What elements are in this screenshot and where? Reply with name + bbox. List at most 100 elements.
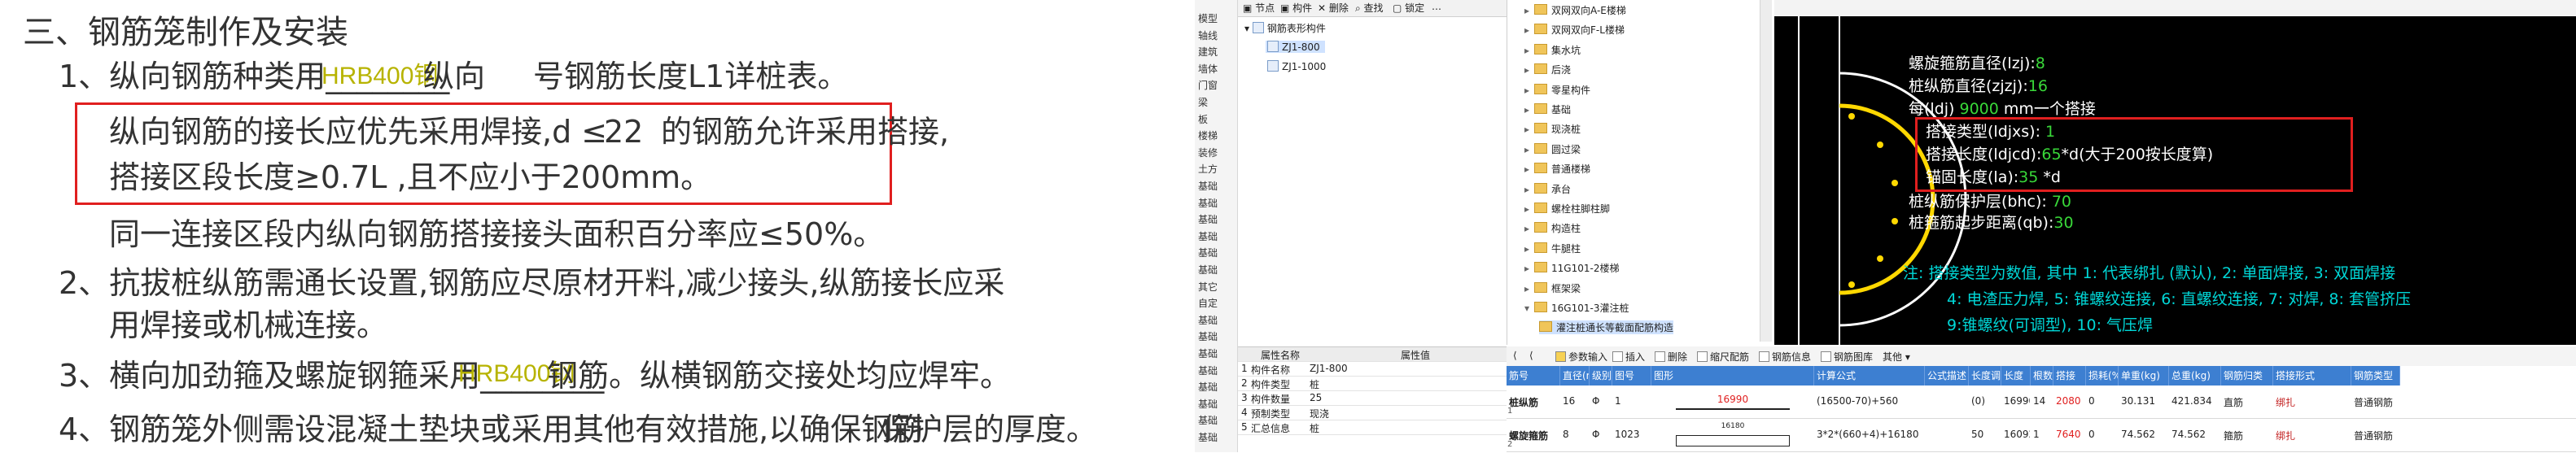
column-header[interactable]: 损耗(%)	[2086, 366, 2119, 385]
column-header[interactable]: 长度调整	[1969, 366, 2001, 385]
toolbar-delete[interactable]: ✕ 删除	[1318, 1, 1349, 15]
tree-root[interactable]: ▾ 钢筋表形构件	[1244, 21, 1326, 35]
library-tree-item[interactable]: ▸ 基础	[1524, 102, 1571, 116]
category-strip-item[interactable]: 基础	[1198, 313, 1218, 327]
library-tree-item[interactable]: ▾ 16G101-3灌注桩	[1524, 301, 1629, 315]
category-strip-item[interactable]: 基础	[1198, 263, 1218, 277]
library-tree-item[interactable]: ▸ 承台	[1524, 182, 1571, 196]
rebar-info-button[interactable]: 钢筋信息	[1759, 350, 1811, 364]
tree-item-zj1-1000[interactable]: ZJ1-1000	[1267, 60, 1326, 72]
category-strip-item[interactable]: 基础	[1198, 413, 1218, 427]
library-tree-item[interactable]: ▸ 普通楼梯	[1524, 162, 1590, 176]
chevron-icon: ▸	[1524, 163, 1530, 176]
category-strip-item[interactable]: 建筑	[1198, 45, 1218, 59]
category-strip-item[interactable]: 模型	[1198, 11, 1218, 25]
folder-icon	[1534, 203, 1548, 213]
category-strip-item[interactable]: 基础	[1198, 229, 1218, 243]
folder-icon	[1534, 43, 1548, 54]
table-cell-len: 16990	[2004, 395, 2030, 407]
category-strip-item[interactable]: 板	[1198, 112, 1208, 126]
column-header[interactable]: 图形	[1651, 366, 1814, 385]
other-menu[interactable]: 其他 ▾	[1883, 350, 1910, 364]
table-cell-name[interactable]: 螺旋箍筋	[1509, 429, 1559, 442]
column-header[interactable]: 钢筋归类	[2221, 366, 2273, 385]
library-tree-item[interactable]: ▸ 11G101-2楼梯	[1524, 261, 1619, 275]
column-header[interactable]: 单重(kg)	[2119, 366, 2169, 385]
category-strip-item[interactable]: 门窗	[1198, 78, 1218, 92]
library-tree-item[interactable]: ▸ 螺栓柱脚柱脚	[1524, 202, 1610, 216]
table-cell-grade: Φ	[1592, 395, 1600, 407]
notes-heading: 三、钢筋笼制作及安装	[23, 14, 348, 51]
nav-first-button[interactable]: ⟨	[1513, 350, 1517, 361]
nav-prev-button[interactable]: ⟨	[1529, 350, 1533, 361]
delete-button[interactable]: 删除	[1655, 350, 1687, 364]
toolbar-lock[interactable]: ▢ 锁定	[1393, 1, 1424, 15]
lap-type-note-3: 9:锥螺纹(可调型), 10: 气压焊	[1947, 316, 2154, 334]
library-tree-item[interactable]: ▸ 牛腿柱	[1524, 242, 1581, 255]
property-row[interactable]: 4 预制类型 现浇	[1238, 406, 1507, 420]
library-tree-item[interactable]: ▸ 双网双向F-L楼梯	[1524, 23, 1625, 37]
property-row[interactable]: 1 构件名称 ZJ1-800	[1238, 362, 1507, 377]
table-cell-name[interactable]: 桩纵筋	[1509, 395, 1559, 409]
column-header[interactable]: 直径(mm)	[1560, 366, 1590, 385]
category-strip-item[interactable]: 基础	[1198, 380, 1218, 394]
library-tree-item[interactable]: ▸ 零星构件	[1524, 83, 1590, 97]
rebar-library-button[interactable]: 钢筋图库	[1821, 350, 1873, 364]
property-row[interactable]: 3 构件数量 25	[1238, 391, 1507, 406]
library-tree-item[interactable]: 灌注桩通长等截面配筋构造	[1539, 320, 1674, 335]
table-cell-lap: 2080	[2056, 395, 2081, 407]
category-strip-item[interactable]: 基础	[1198, 397, 1218, 411]
category-strip-item[interactable]: 基础	[1198, 246, 1218, 259]
column-header[interactable]: 总重(kg)	[2169, 366, 2221, 385]
library-tree-item[interactable]: ▸ 双网双向A-E楼梯	[1524, 3, 1626, 17]
library-scrollbar[interactable]	[1760, 0, 1772, 342]
library-tree-item[interactable]: ▸ 构造柱	[1524, 221, 1581, 235]
column-header[interactable]: 图号	[1612, 366, 1651, 385]
toolbar-node[interactable]: ▣ 节点	[1243, 1, 1275, 15]
scale-rebar-button[interactable]: 缩尺配筋	[1697, 350, 1749, 364]
category-strip-item[interactable]: 墙体	[1198, 62, 1218, 76]
category-strip-item[interactable]: 基础	[1198, 364, 1218, 377]
lap-type-note-2: 4: 电渣压力焊, 5: 锥螺纹连接, 6: 直螺纹连接, 7: 对焊, 8: …	[1947, 290, 2411, 308]
category-strip-item[interactable]: 楼梯	[1198, 128, 1218, 142]
category-strip-item[interactable]: 基础	[1198, 212, 1218, 226]
category-strip-item[interactable]: 梁	[1198, 95, 1208, 109]
category-strip-item[interactable]: 轴线	[1198, 28, 1218, 42]
library-tree-item[interactable]: ▸ 圆过梁	[1524, 142, 1581, 156]
note-line-7b: 钢筋。纵横钢筋交接处均应焊牢。	[547, 358, 1012, 394]
category-strip-item[interactable]: 基础	[1198, 179, 1218, 193]
column-header[interactable]: 根数	[2031, 366, 2053, 385]
insert-button[interactable]: 插入	[1612, 350, 1645, 364]
tree-item-zj1-800[interactable]: ZJ1-800	[1266, 41, 1325, 53]
category-strip-item[interactable]: 基础	[1198, 430, 1218, 444]
column-header[interactable]: 钢筋类型	[2351, 366, 2400, 385]
folder-icon	[1534, 123, 1548, 134]
library-tree-item[interactable]: ▸ 现浇桩	[1524, 122, 1581, 136]
column-header[interactable]: 搭接	[2053, 366, 2086, 385]
param-input-button[interactable]: 参数输入	[1555, 350, 1607, 364]
toolbar-more[interactable]: …	[1432, 1, 1441, 12]
property-row[interactable]: 5 汇总信息桩	[1238, 420, 1507, 435]
table-cell-dia: 8	[1563, 429, 1569, 440]
column-header[interactable]: 公式描述	[1925, 366, 1969, 385]
category-strip-item[interactable]: 基础	[1198, 196, 1218, 210]
param-qb: 桩箍筋起步距离(qb):30	[1909, 214, 2074, 232]
column-header[interactable]: 筋号	[1507, 366, 1560, 385]
column-header[interactable]: 级别	[1590, 366, 1612, 385]
library-tree-item[interactable]: ▸ 后浇	[1524, 63, 1571, 76]
category-strip-item[interactable]: 基础	[1198, 346, 1218, 360]
column-header[interactable]: 长度	[2001, 366, 2031, 385]
property-row[interactable]: 2 构件类型桩	[1238, 377, 1507, 391]
category-strip-item[interactable]: 自定	[1198, 296, 1218, 310]
library-tree-item[interactable]: ▸ 集水坑	[1524, 43, 1581, 57]
column-header[interactable]: 搭接形式	[2273, 366, 2351, 385]
toolbar-find[interactable]: ⌕ 查找	[1355, 1, 1384, 15]
folder-icon	[1534, 222, 1548, 233]
category-strip-item[interactable]: 基础	[1198, 329, 1218, 343]
category-strip-item[interactable]: 装修	[1198, 146, 1218, 159]
library-tree-item[interactable]: ▸ 框架梁	[1524, 281, 1581, 295]
category-strip-item[interactable]: 土方	[1198, 162, 1218, 176]
column-header[interactable]: 计算公式	[1814, 366, 1925, 385]
toolbar-component[interactable]: ▣ 构件	[1280, 1, 1312, 15]
category-strip-item[interactable]: 其它	[1198, 280, 1218, 294]
